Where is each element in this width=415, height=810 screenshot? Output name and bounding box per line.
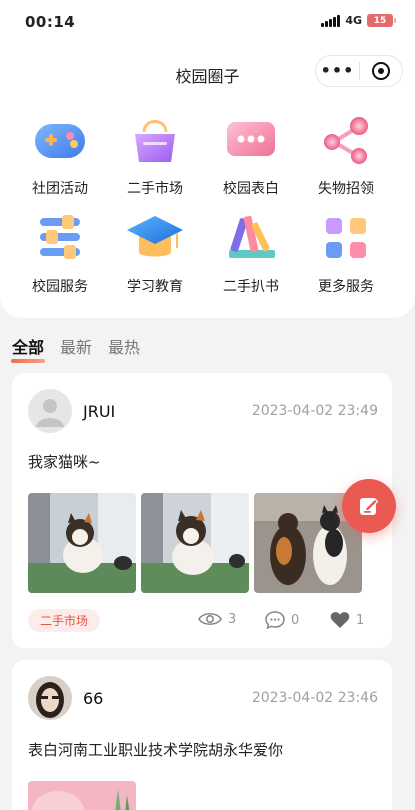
category-campus-services[interactable]: 校园服务 bbox=[12, 208, 108, 296]
category-label: 二手市场 bbox=[127, 181, 183, 197]
share-nodes-icon bbox=[316, 110, 376, 170]
category-panel: 社团活动 二手市场 校园表白 失物招领 校园服务 学习教育 二手扒书 更多服务 bbox=[0, 100, 415, 318]
comment-icon bbox=[265, 611, 285, 629]
shopping-bag-icon bbox=[125, 110, 185, 170]
post-text: 我家猫咪~ bbox=[28, 453, 101, 471]
post-text: 表白河南工业职业技术学院胡永华爱你 bbox=[28, 741, 284, 759]
new-post-button[interactable] bbox=[342, 479, 396, 533]
post-card[interactable]: 66 2023-04-02 23:46 表白河南工业职业技术学院胡永华爱你 bbox=[12, 660, 392, 810]
status-indicators: 4G 15 bbox=[321, 14, 396, 27]
category-lost-and-found[interactable]: 失物招领 bbox=[298, 110, 394, 198]
books-icon bbox=[221, 208, 281, 268]
target-icon[interactable] bbox=[360, 62, 402, 80]
post-time: 2023-04-02 23:46 bbox=[251, 690, 378, 706]
post-comments[interactable]: 0 bbox=[265, 611, 299, 629]
heart-icon bbox=[330, 612, 350, 628]
tab-all[interactable]: 全部 bbox=[10, 334, 46, 363]
category-label: 校园表白 bbox=[223, 181, 279, 197]
category-label: 更多服务 bbox=[318, 279, 374, 295]
post-comments-count: 0 bbox=[291, 612, 300, 628]
category-label: 学习教育 bbox=[127, 279, 183, 295]
battery-level: 15 bbox=[373, 15, 387, 26]
post-photo[interactable] bbox=[141, 493, 249, 593]
grid-icon bbox=[316, 208, 376, 268]
post-views: 3 bbox=[198, 611, 236, 627]
more-dots-icon[interactable]: ••• bbox=[316, 56, 359, 86]
signal-icon bbox=[321, 14, 341, 27]
post-username[interactable]: 66 bbox=[83, 689, 103, 708]
graduation-cap-icon bbox=[125, 208, 185, 268]
mini-program-capsule: ••• bbox=[315, 55, 403, 87]
category-club-activities[interactable]: 社团活动 bbox=[12, 110, 108, 198]
category-label: 社团活动 bbox=[32, 181, 88, 197]
post-photo[interactable] bbox=[28, 781, 136, 810]
tab-latest[interactable]: 最新 bbox=[60, 334, 92, 358]
category-study-education[interactable]: 学习教育 bbox=[107, 208, 203, 296]
status-bar: 00:14 4G 15 bbox=[0, 0, 415, 44]
eye-icon bbox=[198, 612, 222, 626]
status-time: 00:14 bbox=[25, 13, 76, 31]
edit-icon bbox=[360, 498, 379, 515]
feed-tabs: 全部 最新 最热 bbox=[10, 334, 140, 363]
avatar[interactable] bbox=[28, 676, 72, 720]
category-second-hand-market[interactable]: 二手市场 bbox=[107, 110, 203, 198]
battery-icon: 15 bbox=[367, 14, 396, 27]
avatar[interactable] bbox=[28, 389, 72, 433]
category-used-books[interactable]: 二手扒书 bbox=[203, 208, 299, 296]
gamepad-icon bbox=[30, 110, 90, 170]
category-more-services[interactable]: 更多服务 bbox=[298, 208, 394, 296]
tab-hottest[interactable]: 最热 bbox=[108, 334, 140, 358]
post-likes-count: 1 bbox=[356, 612, 365, 628]
post-time: 2023-04-02 23:49 bbox=[251, 403, 378, 419]
post-username[interactable]: JRUI bbox=[83, 402, 115, 421]
post-photo[interactable] bbox=[28, 493, 136, 593]
post-views-count: 3 bbox=[228, 611, 237, 627]
category-label: 校园服务 bbox=[32, 279, 88, 295]
chat-bubble-icon bbox=[221, 110, 281, 170]
network-label: 4G bbox=[345, 14, 362, 27]
category-label: 失物招领 bbox=[318, 181, 374, 197]
nav-header: 校园圈子 ••• bbox=[0, 44, 415, 100]
post-likes[interactable]: 1 bbox=[330, 611, 364, 629]
post-tag[interactable]: 二手市场 bbox=[28, 609, 101, 632]
list-menu-icon bbox=[30, 208, 90, 268]
category-campus-confession[interactable]: 校园表白 bbox=[203, 110, 299, 198]
category-label: 二手扒书 bbox=[223, 279, 279, 295]
post-card[interactable]: JRUI 2023-04-02 23:49 我家猫咪~ 二手市场 3 0 1 bbox=[12, 373, 392, 648]
